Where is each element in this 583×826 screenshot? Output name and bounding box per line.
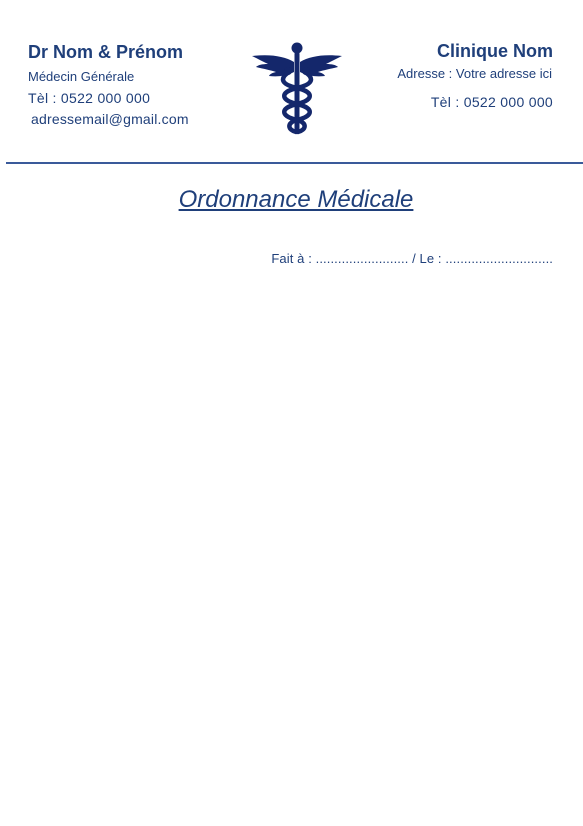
document-title: Ordonnance Médicale bbox=[178, 186, 414, 213]
caduceus-icon bbox=[250, 42, 344, 136]
doctor-specialty: Médecin Générale bbox=[28, 69, 135, 84]
clinic-info: Clinique Nom Adresse : Votre adresse ici… bbox=[383, 41, 553, 110]
doctor-phone: Tèl : 0522 000 000 bbox=[28, 90, 151, 106]
doctor-email: adressemail@gmail.com bbox=[31, 111, 189, 127]
clinic-address: Adresse : Votre adresse ici bbox=[397, 66, 552, 81]
place-date-line: Fait à : ......................... / Le … bbox=[271, 251, 553, 266]
clinic-phone: Tèl : 0522 000 000 bbox=[430, 94, 553, 110]
clinic-name: Clinique Nom bbox=[437, 41, 553, 61]
doctor-name: Dr Nom & Prénom bbox=[28, 42, 184, 62]
header-divider bbox=[6, 162, 583, 164]
doctor-info: Dr Nom & Prénom Médecin Générale Tèl : 0… bbox=[28, 42, 189, 127]
